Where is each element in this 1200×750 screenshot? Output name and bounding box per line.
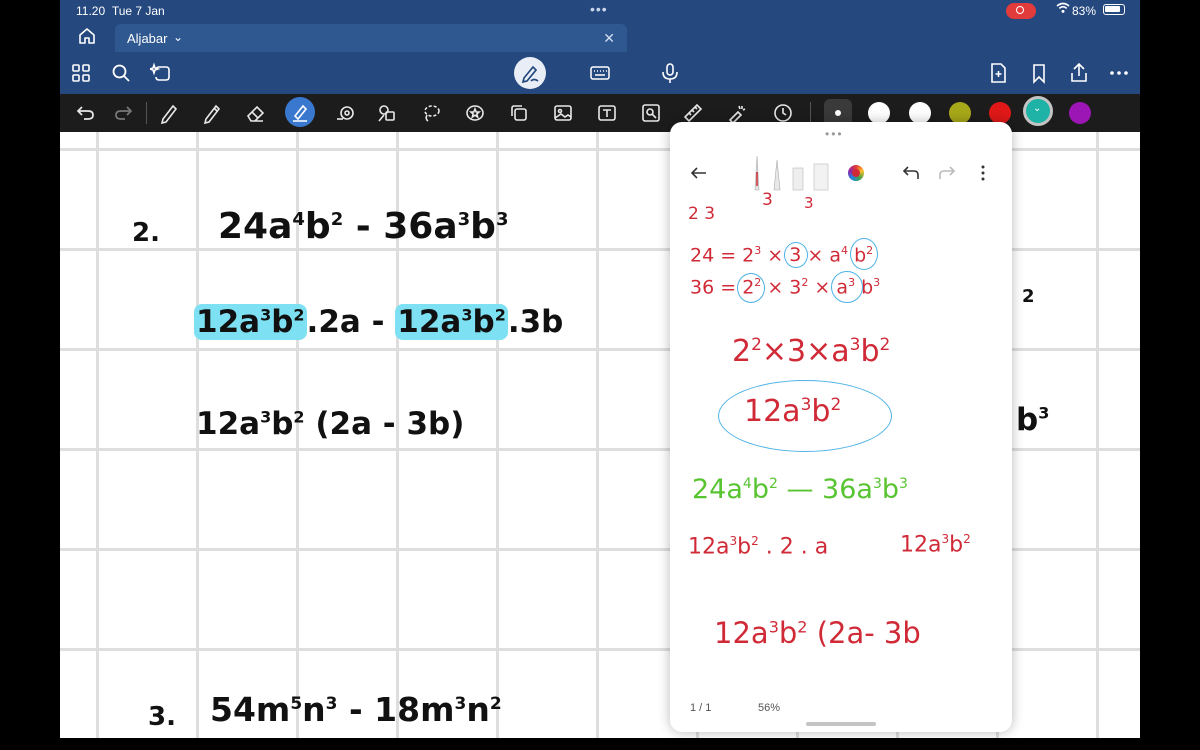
more-options-icon[interactable] xyxy=(1106,60,1132,86)
panel-toolbar xyxy=(670,150,1012,196)
problem-number: 3. xyxy=(148,702,176,732)
panel-home-indicator[interactable] xyxy=(806,722,876,726)
pen-tool-icon[interactable] xyxy=(156,100,182,126)
undo-icon[interactable] xyxy=(72,100,98,126)
color-picker-icon[interactable] xyxy=(848,165,864,181)
bookmark-icon[interactable] xyxy=(1026,60,1052,86)
color-swatch-purple[interactable] xyxy=(1069,102,1091,124)
gcf-expression: 22×3×a3b2 xyxy=(732,334,891,369)
home-icon[interactable] xyxy=(78,27,96,50)
keyboard-icon[interactable] xyxy=(587,60,613,86)
green-expression: 24a4b2 — 36a3b3 xyxy=(692,474,908,505)
panel-drag-handle[interactable]: ••• xyxy=(825,127,844,141)
split-right: 12a3b2 xyxy=(900,532,971,558)
partial-note: 3 xyxy=(804,194,814,212)
partial-note: 2 3 xyxy=(688,204,716,224)
redo-icon[interactable] xyxy=(111,100,137,126)
color-swatch-red[interactable] xyxy=(989,102,1011,124)
tab-aljabar[interactable]: Aljabar ⌄ ✕ xyxy=(115,24,627,52)
toolbar-divider xyxy=(146,102,147,124)
problem-2-expression: 24a4b2 - 36a3b3 xyxy=(218,206,509,247)
chevron-down-icon[interactable]: ⌄ xyxy=(173,30,183,44)
image-tool-icon[interactable] xyxy=(550,100,576,126)
factor-36: 36 = 22 × 32 × a3 b3 xyxy=(690,271,880,303)
page-indicator: 1 / 1 xyxy=(690,702,712,714)
battery-icon xyxy=(1103,4,1125,15)
battery-percent: 83% xyxy=(1072,4,1097,18)
partial-note: 3 xyxy=(762,190,773,210)
zoom-level: 56% xyxy=(758,702,781,714)
microphone-icon[interactable] xyxy=(657,60,683,86)
tab-bar: Aljabar ⌄ ✕ xyxy=(60,22,1140,52)
problem-2-split: 12a3b2.2a - 12a3b2.3b xyxy=(194,304,564,340)
color-swatch-white[interactable] xyxy=(868,102,890,124)
highlighter-tool-icon[interactable] xyxy=(285,97,315,127)
sticker-tool-icon[interactable] xyxy=(462,100,488,126)
undo-icon[interactable] xyxy=(898,160,924,186)
color-swatch-teal-selected[interactable]: ⌄ xyxy=(1023,96,1053,126)
right-fragment: 2 xyxy=(1022,286,1035,307)
status-bar: 11.20 Tue 7 Jan ••• 83% xyxy=(60,0,1140,22)
shape-tool-icon[interactable] xyxy=(332,100,358,126)
add-page-icon[interactable] xyxy=(985,60,1011,86)
top-toolbar xyxy=(60,52,1140,94)
sparkle-lasso-icon[interactable] xyxy=(148,60,174,86)
problem-2-factored: 12a3b2 (2a - 3b) xyxy=(196,406,465,442)
screen-record-icon[interactable] xyxy=(1006,3,1036,19)
eraser-tool-icon[interactable] xyxy=(242,100,268,126)
text-tool-icon[interactable] xyxy=(594,100,620,126)
split-left: 12a3b2 . 2 . a xyxy=(688,534,829,560)
problem-number: 2. xyxy=(132,218,160,248)
redo-icon[interactable] xyxy=(934,160,960,186)
problem-3-expression: 54m5n3 - 18m3n2 xyxy=(210,690,502,729)
elements-tool-icon[interactable] xyxy=(374,100,400,126)
tab-title: Aljabar xyxy=(127,31,168,46)
more-options-icon[interactable] xyxy=(970,160,996,186)
color-swatch-white-2[interactable] xyxy=(909,102,931,124)
highlighted-gcf: 12a3b2 xyxy=(194,304,307,340)
status-time: 11.20 Tue 7 Jan xyxy=(76,4,165,18)
close-tab-icon[interactable]: ✕ xyxy=(603,30,615,47)
wifi-icon xyxy=(1056,2,1070,17)
gcf-result: 12a3b2 xyxy=(744,394,842,429)
final-answer: 12a3b2 (2a- 3b xyxy=(714,616,921,650)
factor-24: 24 = 23 × 3 × a4 b2 xyxy=(690,238,879,270)
search-icon[interactable] xyxy=(108,60,134,86)
color-swatch-olive[interactable] xyxy=(949,102,971,124)
pen-mode-button[interactable] xyxy=(514,57,546,89)
back-arrow-icon[interactable] xyxy=(686,160,712,186)
toolbar-divider xyxy=(810,102,811,124)
copy-tool-icon[interactable] xyxy=(506,100,532,126)
multitask-dots-icon[interactable]: ••• xyxy=(590,1,608,17)
pen-tray[interactable] xyxy=(750,150,842,194)
share-icon[interactable] xyxy=(1066,60,1092,86)
right-fragment: b3 xyxy=(1016,402,1050,438)
scan-tool-icon[interactable] xyxy=(638,100,664,126)
slide-over-panel: ••• 2 3 3 3 24 = 23 × 3 × a4 b2 36 = 22 … xyxy=(670,122,1012,732)
lasso-tool-icon[interactable] xyxy=(418,100,444,126)
pencil-tool-icon[interactable] xyxy=(199,100,225,126)
grid-view-icon[interactable] xyxy=(68,60,94,86)
highlighted-gcf: 12a3b2 xyxy=(395,304,508,340)
